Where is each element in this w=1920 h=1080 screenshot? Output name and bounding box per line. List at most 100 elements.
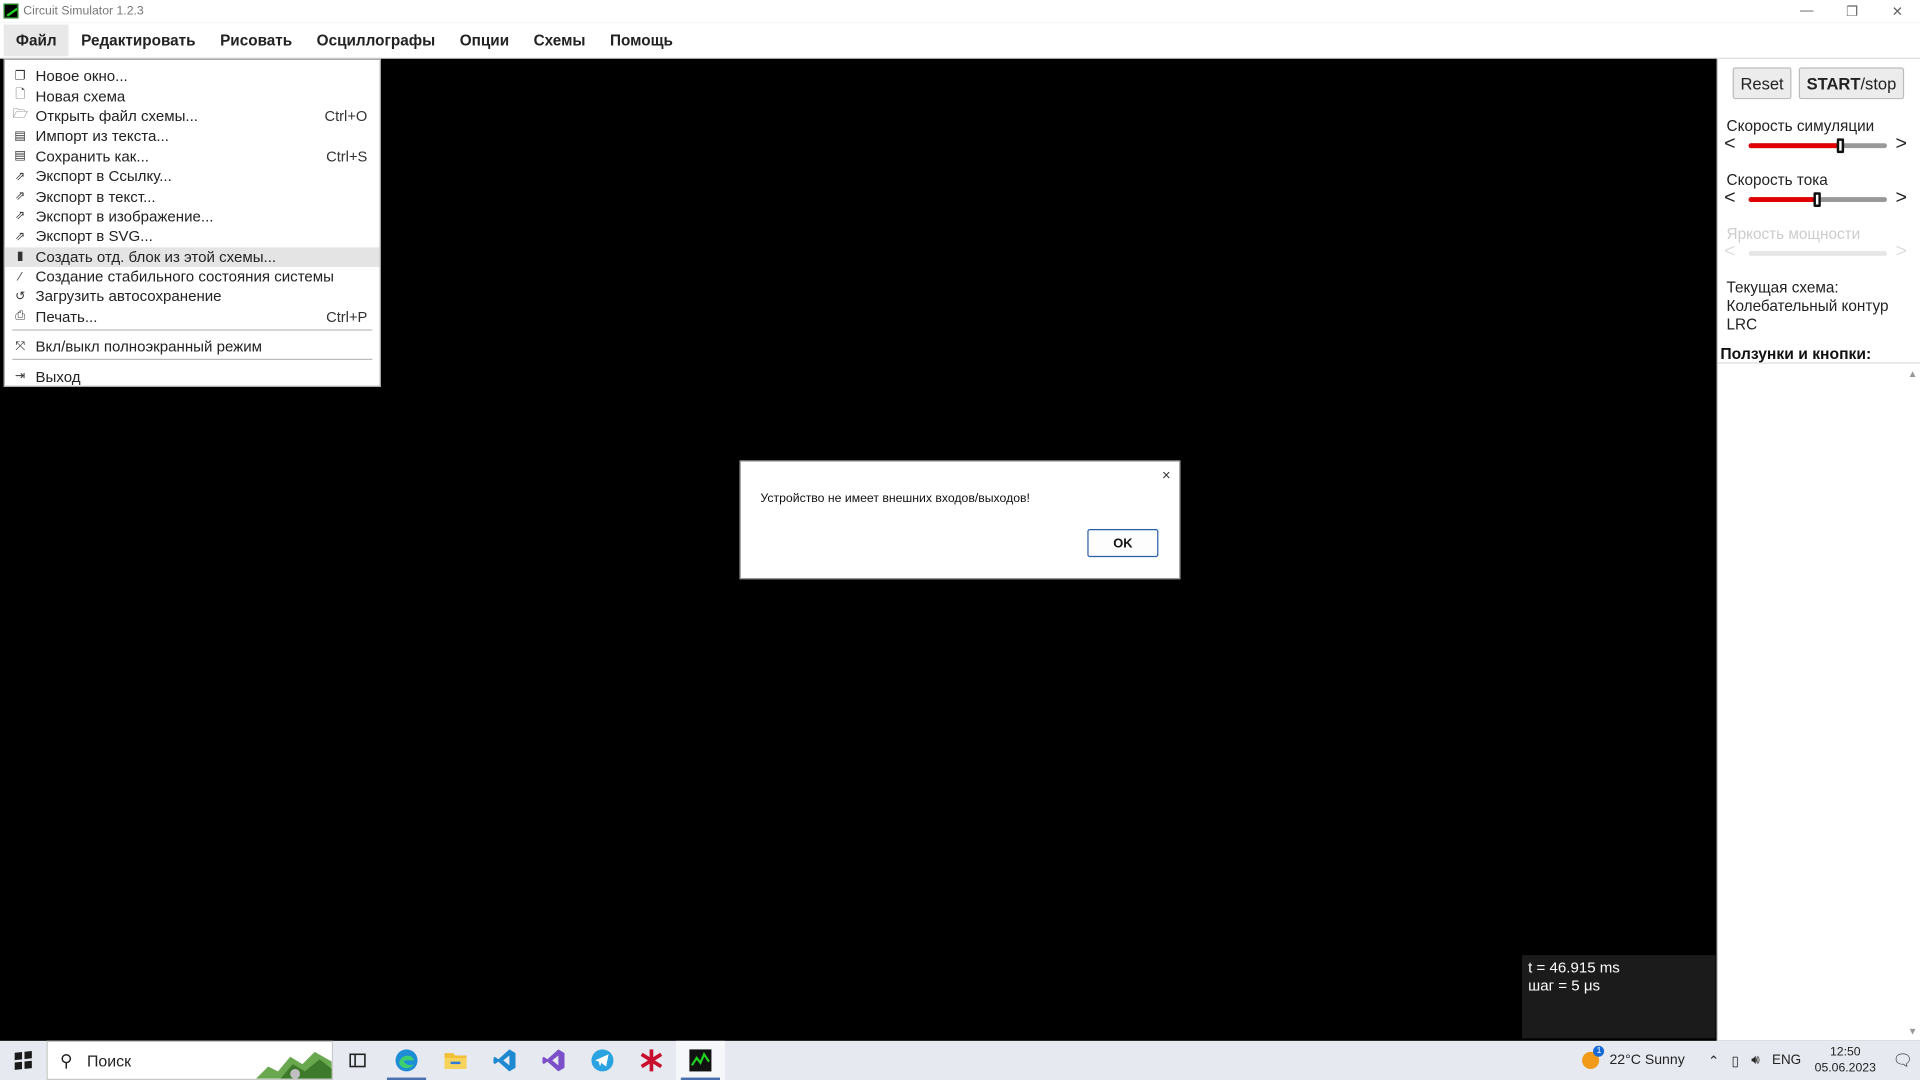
circuit-app-icon (3, 3, 19, 19)
stop-label: /stop (1860, 74, 1897, 93)
menu-item-exit[interactable]: ⇥ Выход (5, 367, 380, 387)
sim-speed-track[interactable] (1748, 138, 1887, 154)
menu-scopes[interactable]: Осциллографы (304, 24, 447, 56)
scroll-up-icon[interactable]: ▲ (1908, 369, 1918, 380)
start-stop-button[interactable]: START/stop (1798, 67, 1905, 100)
menu-item-import-text[interactable]: ▤ Импорт из текста... (5, 126, 380, 146)
file-explorer-taskbar-button[interactable] (431, 1041, 480, 1080)
print-icon: ⎙ (15, 310, 26, 324)
menu-item-label: Сохранить как... (35, 147, 149, 166)
vscode-taskbar-button[interactable] (480, 1041, 529, 1080)
current-speed-thumb[interactable] (1812, 192, 1821, 207)
sim-speed-thumb[interactable] (1836, 138, 1844, 154)
taskbar-clock[interactable]: 12:50 05.06.2023 (1815, 1044, 1876, 1076)
notification-icon[interactable]: 🗨︎ (1886, 1051, 1920, 1071)
menu-help[interactable]: Помощь (598, 24, 685, 56)
edge-taskbar-button[interactable] (382, 1041, 431, 1080)
power-brightness-track (1748, 251, 1887, 256)
menu-item-save-as[interactable]: ▤ Сохранить как... Ctrl+S (5, 146, 380, 166)
menu-item-new-window[interactable]: ❐ Новое окно... (5, 66, 380, 86)
chevron-left-icon: < (1724, 241, 1736, 263)
clock-date: 05.06.2023 (1814, 1061, 1876, 1076)
menu-item-export-svg[interactable]: ⇗ Экспорт в SVG... (5, 227, 380, 247)
dialog-message: Устройство не имеет внешних входов/выход… (760, 492, 1030, 506)
close-icon[interactable]: × (1162, 467, 1171, 484)
folder-open-icon: 🗁 (12, 108, 28, 122)
weather-widget[interactable]: 22°C Sunny (1582, 1045, 1685, 1069)
chevron-left-icon[interactable]: < (1724, 188, 1735, 209)
menu-item-dc-operating-point[interactable]: ⁄ Создание стабильного состояния системы (5, 267, 380, 287)
menu-item-export-image[interactable]: ⇗ Экспорт в изображение... (5, 207, 380, 227)
chevron-right-icon[interactable]: > (1896, 188, 1907, 209)
reset-button[interactable]: Reset (1732, 67, 1792, 100)
menu-item-label: Открыть файл схемы... (35, 107, 198, 125)
new-document-icon: 🗋 (15, 88, 26, 102)
asterisk-app-icon (640, 1049, 663, 1072)
sliders-buttons-area: ▲ ▼ (1717, 362, 1920, 1040)
new-window-icon: ❐ (14, 69, 26, 83)
window-controls: — ❐ ✕ (1784, 0, 1920, 22)
chip-icon: ▮ (16, 250, 24, 264)
file-menu-dropdown: ❐ Новое окно... 🗋 Новая схема 🗁 Открыть … (3, 58, 381, 387)
chevron-left-icon[interactable]: < (1724, 134, 1735, 155)
scrollbar[interactable]: ▲ ▼ (1905, 364, 1920, 1040)
search-icon: ⚲ (60, 1050, 73, 1070)
menu-edit[interactable]: Редактировать (69, 24, 208, 56)
export-icon: ⇗ (15, 229, 26, 244)
magic-wand-icon: ⁄ (19, 270, 22, 284)
sim-speed-label: Скорость симуляции (1726, 117, 1875, 135)
menu-item-fullscreen[interactable]: ⤧ Вкл/выкл полноэкранный режим (5, 337, 380, 357)
menu-item-export-text[interactable]: ⇗ Экспорт в текст... (5, 187, 380, 207)
menu-item-create-subcircuit[interactable]: ▮ Создать отд. блок из этой схемы... (4, 246, 380, 267)
circuit-simulator-taskbar-button[interactable] (675, 1040, 725, 1080)
task-view-button[interactable] (333, 1041, 382, 1080)
chevron-right-icon[interactable]: > (1896, 134, 1907, 155)
menu-item-export-link[interactable]: ⇗ Экспорт в Ссылку... (5, 166, 380, 186)
menu-item-open-file[interactable]: 🗁 Открыть файл схемы... Ctrl+O (5, 106, 380, 126)
menu-item-label: Печать... (35, 308, 98, 326)
sim-speed-slider[interactable]: < > (1724, 134, 1913, 156)
search-highlight-art-icon (255, 1051, 332, 1079)
current-speed-track[interactable] (1748, 192, 1887, 207)
menu-item-label: Загрузить автосохранение (35, 288, 222, 306)
telegram-taskbar-button[interactable] (578, 1041, 627, 1080)
current-speed-label: Скорость тока (1726, 171, 1828, 189)
menu-item-label: Создать отд. блок из этой схемы... (35, 248, 277, 266)
export-icon: ⇗ (15, 189, 26, 204)
menu-separator (12, 329, 373, 331)
taskbar-search[interactable]: ⚲ Поиск (46, 1040, 334, 1080)
current-circuit-label: Текущая схема: (1726, 279, 1839, 297)
ok-button[interactable]: OK (1087, 528, 1159, 558)
menu-item-label: Экспорт в Ссылку... (35, 167, 172, 186)
scroll-down-icon[interactable]: ▼ (1908, 1026, 1918, 1037)
search-placeholder: Поиск (86, 1051, 132, 1070)
chevron-up-icon[interactable]: ⌃ (1708, 1052, 1719, 1069)
menu-item-label: Импорт из текста... (35, 127, 169, 145)
menu-draw[interactable]: Рисовать (208, 24, 305, 56)
restore-button[interactable]: ❐ (1829, 0, 1874, 22)
export-icon: ⇗ (15, 169, 26, 184)
close-button[interactable]: ✕ (1875, 0, 1920, 22)
current-speed-slider[interactable]: < > (1724, 188, 1913, 210)
menu-item-label: Создание стабильного состояния системы (35, 268, 334, 286)
menu-item-new-circuit[interactable]: 🗋 Новая схема (5, 86, 380, 106)
title-bar: Circuit Simulator 1.2.3 — ❐ ✕ (0, 0, 1920, 23)
visual-studio-taskbar-button[interactable] (529, 1041, 578, 1080)
menu-file[interactable]: Файл (3, 23, 69, 56)
menu-separator (12, 359, 373, 361)
menu-item-label: Выход (35, 368, 81, 386)
device-icon[interactable]: ▯ (1732, 1052, 1739, 1069)
menu-circuits[interactable]: Схемы (521, 24, 597, 56)
import-text-icon: ▤ (14, 129, 26, 144)
fullscreen-icon: ⤧ (15, 340, 26, 354)
menu-options[interactable]: Опции (447, 24, 521, 56)
menu-item-print[interactable]: ⎙ Печать... Ctrl+P (5, 307, 380, 327)
menu-item-label: Экспорт в изображение... (35, 208, 214, 226)
minimize-button[interactable]: — (1784, 0, 1829, 22)
menu-item-load-autosave[interactable]: ↺ Загрузить автосохранение (5, 287, 380, 307)
language-indicator[interactable]: ENG (1772, 1053, 1801, 1068)
sim-time: t = 46.915 ms (1528, 958, 1620, 976)
red-app-taskbar-button[interactable] (627, 1041, 676, 1080)
start-button[interactable] (0, 1041, 47, 1080)
volume-icon[interactable]: 🔊︎ (1751, 1052, 1759, 1068)
